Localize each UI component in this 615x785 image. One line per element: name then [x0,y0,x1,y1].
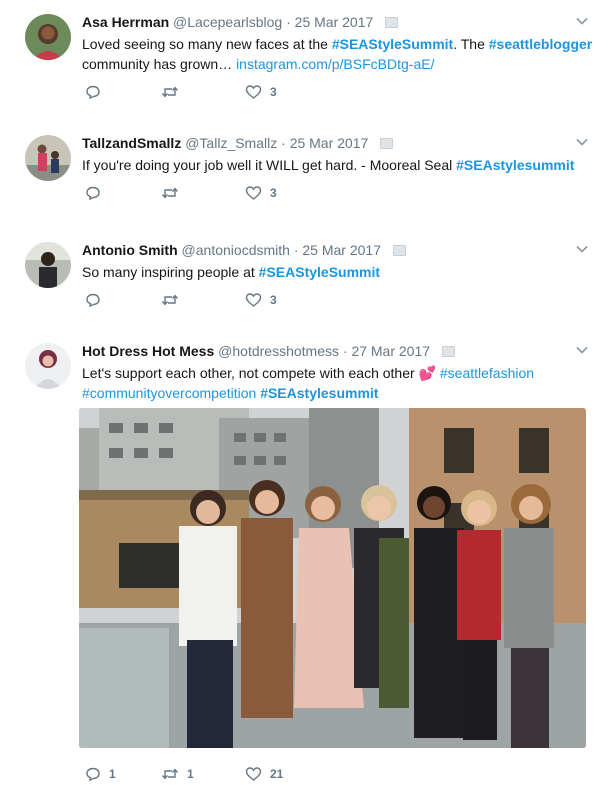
retweet-icon [161,187,179,199]
tweet-text-run: . The [453,36,489,52]
link[interactable]: instagram.com/p/BSFcBDtg-aE/ [236,56,434,72]
retweet-button[interactable]: 1 [161,764,194,784]
card-icon [380,138,394,149]
card-icon [441,346,455,357]
tweet-text: So many inspiring people at #SEAStyleSum… [82,262,597,282]
card-icon [385,17,399,28]
user-handle[interactable]: @Tallz_Smallz [185,135,277,151]
tweet-header: Asa Herrman @Lacepearlsblog · 25 Mar 201… [82,12,399,32]
display-name[interactable]: Hot Dress Hot Mess [82,343,214,359]
reply-button[interactable] [85,82,109,102]
reply-icon [86,85,100,100]
display-name[interactable]: Antonio Smith [82,242,178,258]
tweet-text: Loved seeing so many new faces at the #S… [82,34,597,74]
avatar[interactable] [25,343,71,389]
tweet-date[interactable]: 25 Mar 2017 [290,135,369,151]
tweet-date[interactable]: 25 Mar 2017 [295,14,374,30]
card-icon [392,245,406,256]
like-button[interactable]: 3 [245,183,277,203]
retweet-icon [161,86,179,98]
like-count: 21 [270,767,284,781]
tweet-photo[interactable] [79,408,586,748]
chevron-down-icon[interactable] [575,135,589,149]
tweet-text-run: Loved seeing so many new faces at the [82,36,332,52]
tweet-text-run: Let's support each other, not compete wi… [82,365,419,381]
retweet-button[interactable] [161,183,187,203]
chevron-down-icon[interactable] [575,343,589,357]
like-button[interactable]: 21 [245,764,283,784]
heart-icon [245,85,262,99]
group-photo-image [79,408,586,748]
tweet-text-run: If you're doing your job well it WILL ge… [82,157,457,173]
like-count: 3 [270,293,277,307]
avatar-image [25,242,71,288]
retweet-button[interactable] [161,82,187,102]
display-name[interactable]: Asa Herrman [82,14,169,30]
reply-icon [86,767,100,782]
separator: · [293,242,299,258]
like-button[interactable]: 3 [245,82,277,102]
like-count: 3 [270,186,277,200]
tweet-actions: 3 [85,82,345,102]
hashtag-link[interactable]: #SEAstylesummit [260,385,378,401]
hashtag-link[interactable]: #SEAStyleSummit [259,264,380,280]
avatar[interactable] [25,14,71,60]
avatar[interactable] [25,242,71,288]
retweet-icon [161,294,179,306]
tweet-actions: 3 [85,290,345,310]
tweet-header: TallzandSmallz @Tallz_Smallz · 25 Mar 20… [82,133,394,153]
user-handle[interactable]: @hotdresshotmess [218,343,339,359]
hashtag-link[interactable]: #seattleblogger [489,36,592,52]
heart-icon [245,186,262,200]
avatar-image [25,14,71,60]
two-hearts-emoji: 💕 [418,365,436,381]
tweet-text: If you're doing your job well it WILL ge… [82,155,597,175]
like-button[interactable]: 3 [245,290,277,310]
retweet-button[interactable] [161,290,187,310]
avatar-image [25,343,71,389]
tweet-header: Hot Dress Hot Mess @hotdresshotmess · 27… [82,341,455,361]
tweet-date[interactable]: 25 Mar 2017 [302,242,381,258]
tweet[interactable]: Antonio Smith @antoniocdsmith · 25 Mar 2… [0,240,615,320]
like-count: 3 [270,85,277,99]
tweet-text-run: So many inspiring people at [82,264,259,280]
user-handle[interactable]: @antoniocdsmith [182,242,290,258]
reply-icon [86,186,100,201]
reply-icon [86,293,100,308]
avatar[interactable] [25,135,71,181]
tweet-text-run: community has grown… [82,56,237,72]
hashtag-link[interactable]: #SEAstylesummit [456,157,574,173]
tweet-actions: 1 1 21 [85,764,345,784]
tweet[interactable]: Asa Herrman @Lacepearlsblog · 25 Mar 201… [0,12,615,112]
reply-button[interactable]: 1 [85,764,116,784]
heart-icon [245,293,262,307]
separator: · [342,343,348,359]
heart-icon [245,767,262,781]
tweet-actions: 3 [85,183,345,203]
tweet[interactable]: TallzandSmallz @Tallz_Smallz · 25 Mar 20… [0,133,615,213]
tweet-date[interactable]: 27 Mar 2017 [351,343,430,359]
separator: · [286,14,291,30]
separator: · [281,135,286,151]
reply-button[interactable] [85,290,109,310]
retweet-icon [161,768,179,780]
retweet-count: 1 [187,767,194,781]
chevron-down-icon[interactable] [575,242,589,256]
display-name[interactable]: TallzandSmallz [82,135,181,151]
user-handle[interactable]: @Lacepearlsblog [173,14,282,30]
hashtag-link[interactable]: #SEAStyleSummit [332,36,453,52]
avatar-image [25,135,71,181]
link[interactable]: #seattlefashion [440,365,534,381]
link[interactable]: #communityovercompetition [82,385,256,401]
tweet-header: Antonio Smith @antoniocdsmith · 25 Mar 2… [82,240,406,260]
tweet-text: Let's support each other, not compete wi… [82,363,597,403]
reply-count: 1 [109,767,116,781]
reply-button[interactable] [85,183,109,203]
chevron-down-icon[interactable] [575,14,589,28]
